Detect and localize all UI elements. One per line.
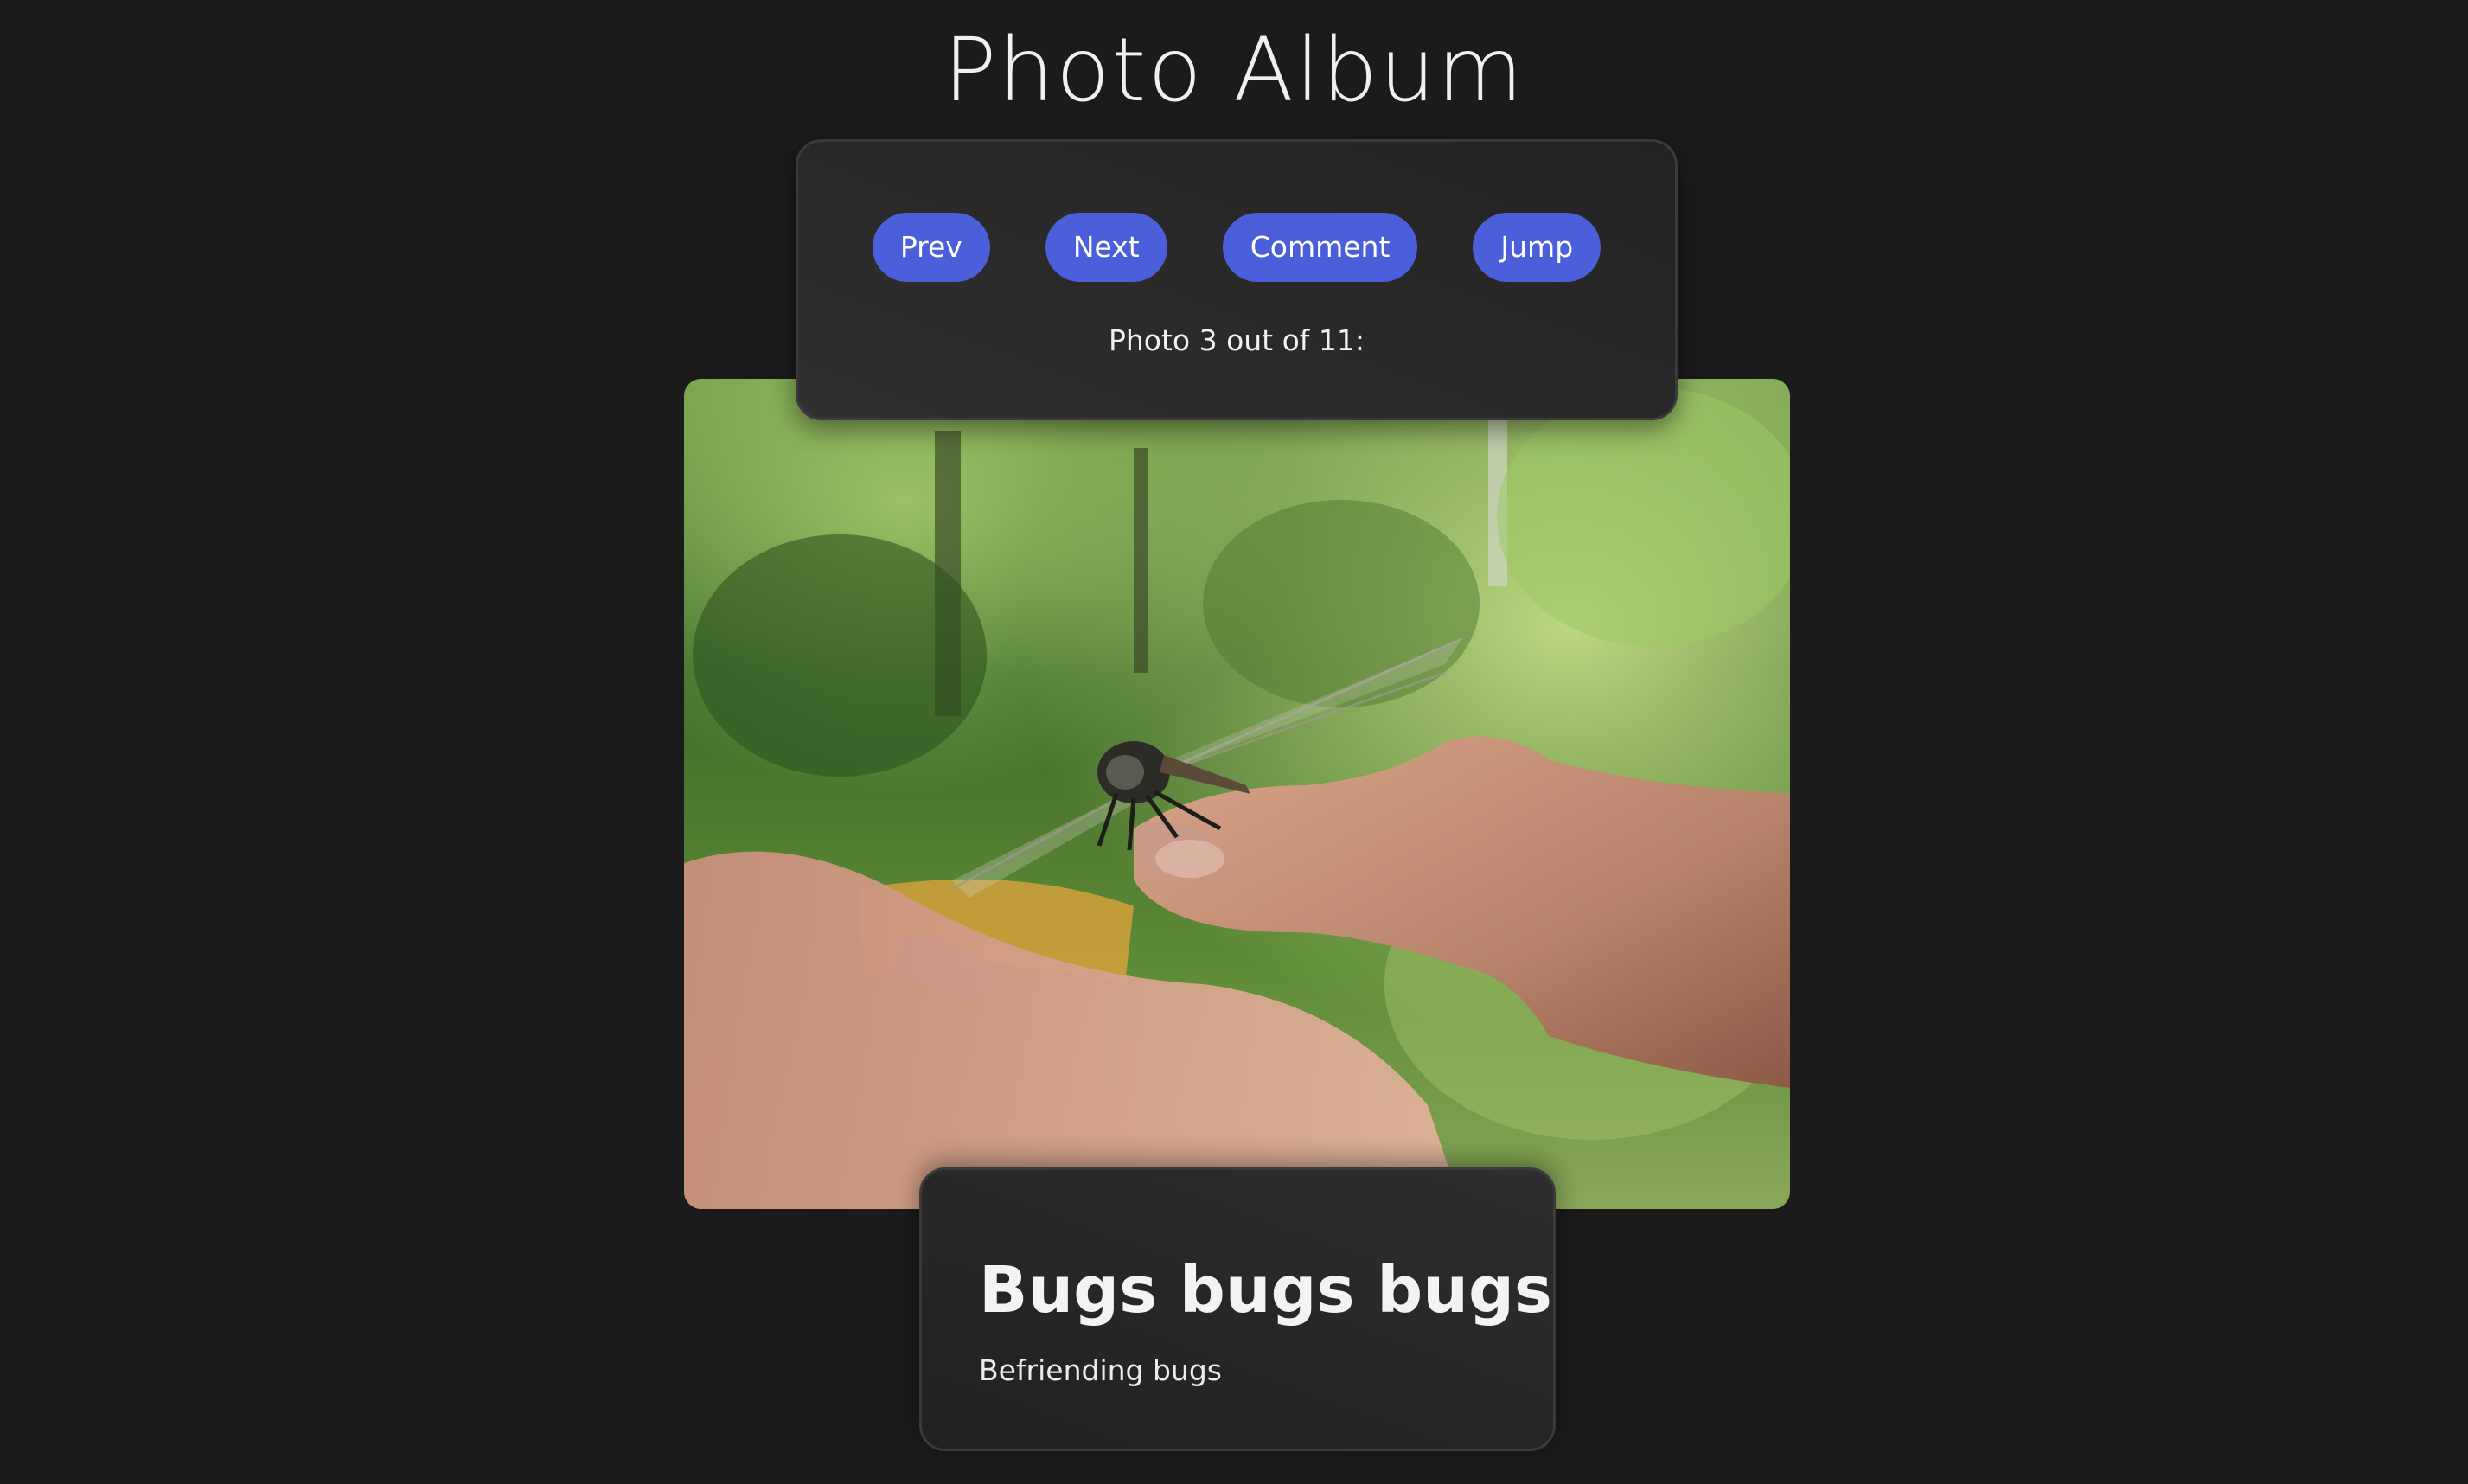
jump-button[interactable]: Jump [1473, 213, 1602, 282]
caption-title: Bugs bugs bugs [979, 1253, 1552, 1327]
page-title: Photo Album [943, 19, 1525, 122]
navigation-controls-card: Prev Next Comment Jump Photo 3 out of 11… [796, 139, 1678, 420]
next-button[interactable]: Next [1045, 213, 1167, 282]
photo-album-page: Photo Album Prev Next Comment Jump Photo… [0, 0, 2468, 1484]
caption-card: Bugs bugs bugs Befriending bugs [919, 1167, 1556, 1451]
photo-counter: Photo 3 out of 11: [1108, 323, 1365, 357]
dragonfly-on-finger-photo [684, 379, 1790, 1209]
caption-description: Befriending bugs [979, 1353, 1222, 1387]
photo-display [684, 379, 1790, 1209]
prev-button[interactable]: Prev [872, 213, 990, 282]
comment-button[interactable]: Comment [1222, 213, 1418, 282]
button-row: Prev Next Comment Jump [798, 213, 1675, 282]
